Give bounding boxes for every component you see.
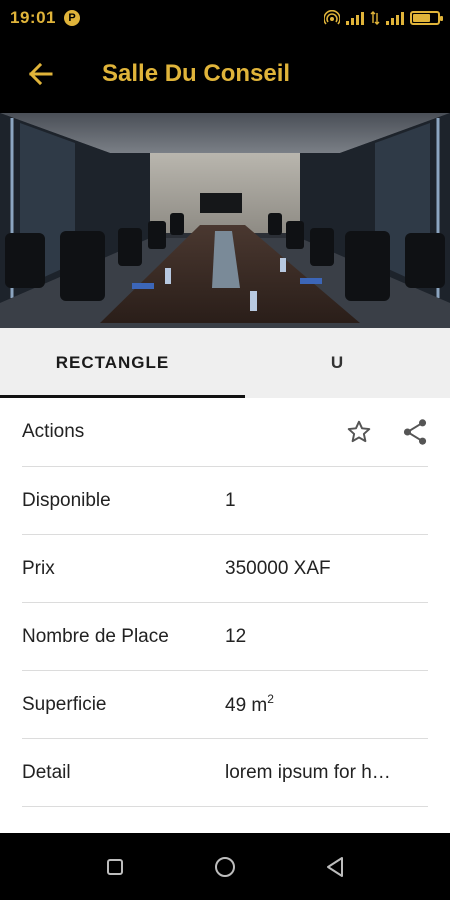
- signal-icon: [346, 11, 364, 25]
- actions-row: Actions: [22, 398, 428, 467]
- row-label: Nombre de Place: [22, 625, 169, 647]
- row-label: Superficie: [22, 693, 107, 715]
- circle-icon: [215, 856, 235, 877]
- triangle-back-icon: [327, 856, 343, 877]
- details-list: Actions Disponible 1 Prix 350000 XAF Nom…: [0, 398, 450, 807]
- signal-2-icon: [386, 11, 404, 25]
- detail-row-detail: Detail lorem ipsum for h…: [22, 739, 428, 807]
- share-icon: [403, 419, 427, 445]
- system-nav-bar: [0, 833, 450, 900]
- favorite-button[interactable]: [346, 419, 372, 445]
- hotspot-icon: [324, 9, 340, 25]
- area-value: 49 m: [225, 695, 268, 716]
- battery-icon: [410, 10, 443, 25]
- area-unit-exponent: 2: [267, 692, 274, 706]
- detail-row-places: Nombre de Place 12: [22, 603, 428, 671]
- tab-u[interactable]: U: [225, 328, 450, 398]
- home-button[interactable]: [205, 847, 245, 887]
- arrow-left-icon: [28, 62, 53, 86]
- row-value: lorem ipsum for h…: [225, 761, 391, 783]
- nav-back-button[interactable]: [315, 847, 355, 887]
- status-bar: 19:01 P: [0, 0, 450, 35]
- status-icons: [324, 9, 443, 26]
- row-value: 49 m2: [225, 692, 428, 717]
- row-value: 1: [225, 489, 236, 511]
- share-button[interactable]: [402, 418, 428, 446]
- row-label: Detail: [22, 761, 71, 783]
- row-label: Disponible: [22, 489, 111, 511]
- room-photo: [0, 113, 450, 328]
- actions-label: Actions: [22, 421, 85, 442]
- star-outline-icon: [347, 420, 371, 443]
- back-button[interactable]: [0, 35, 80, 113]
- detail-row-prix: Prix 350000 XAF: [22, 535, 428, 603]
- status-time: 19:01: [10, 7, 56, 27]
- data-arrows-icon: [370, 10, 380, 25]
- detail-row-disponible: Disponible 1: [22, 467, 428, 535]
- recents-button[interactable]: [95, 847, 135, 887]
- row-value: 12: [225, 625, 247, 647]
- row-label: Prix: [22, 557, 55, 579]
- layout-tabs: RECTANGLE U: [0, 328, 450, 398]
- square-icon: [107, 858, 123, 875]
- row-value: 350000 XAF: [225, 557, 331, 579]
- page-title: Salle Du Conseil: [102, 60, 291, 87]
- detail-row-superficie: Superficie 49 m2: [22, 671, 428, 739]
- p-badge-icon: P: [63, 9, 80, 26]
- tab-rectangle[interactable]: RECTANGLE: [0, 328, 225, 398]
- app-bar: Salle Du Conseil: [0, 35, 450, 113]
